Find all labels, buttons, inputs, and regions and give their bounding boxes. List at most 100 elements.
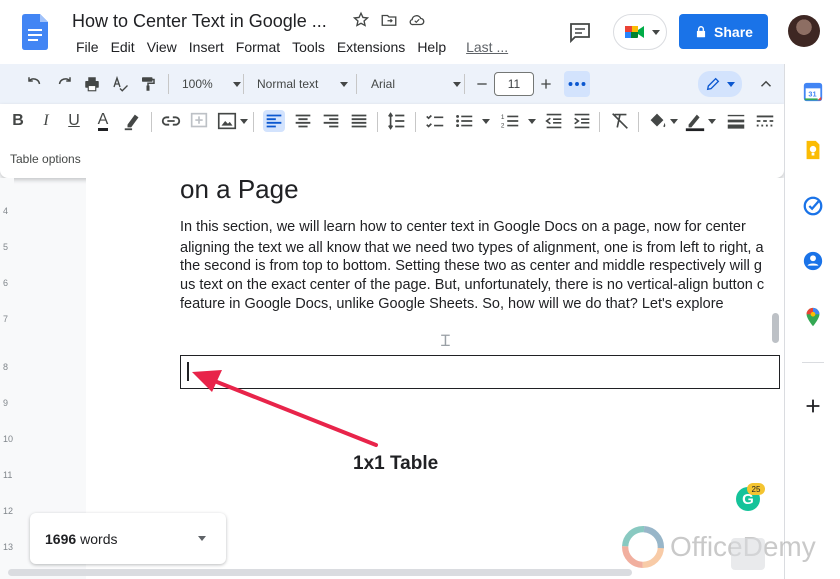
- docs-logo-icon[interactable]: [22, 14, 48, 50]
- ruler-mark: 12: [3, 506, 14, 516]
- meet-button[interactable]: [613, 14, 667, 50]
- paragraph-line[interactable]: feature in Google Docs, unlike Google Sh…: [180, 296, 724, 312]
- keep-notes-icon[interactable]: [802, 139, 824, 161]
- last-edit-link[interactable]: Last ...: [460, 39, 514, 55]
- font-size-input[interactable]: 11: [494, 72, 534, 96]
- highlight-color-icon[interactable]: [122, 110, 144, 132]
- more-tools-button[interactable]: [564, 71, 590, 97]
- menu-help[interactable]: Help: [411, 39, 452, 55]
- increase-indent-icon[interactable]: [571, 110, 593, 132]
- toolbar-divider: [599, 112, 600, 132]
- add-addon-icon[interactable]: [802, 395, 824, 417]
- svg-text:1: 1: [501, 114, 505, 121]
- paragraph-line[interactable]: the second is from top to bottom. Settin…: [180, 258, 762, 274]
- move-to-folder-icon[interactable]: [380, 11, 398, 29]
- decrease-indent-icon[interactable]: [543, 110, 565, 132]
- vertical-ruler: 4 5 6 7 8 9 10 11 12 13: [0, 178, 14, 579]
- word-count-widget[interactable]: 1696 words: [30, 513, 226, 564]
- word-count-caret-icon[interactable]: [198, 536, 206, 541]
- redo-icon[interactable]: [55, 72, 73, 96]
- lock-icon: [696, 25, 706, 37]
- watermark: OfficeDemy: [622, 526, 816, 568]
- menu-insert[interactable]: Insert: [183, 39, 230, 55]
- section-heading[interactable]: on a Page: [180, 174, 299, 205]
- border-width-icon[interactable]: [725, 110, 747, 132]
- tasks-icon[interactable]: [802, 195, 824, 217]
- more-horizontal-icon: [568, 82, 586, 86]
- comment-history-icon[interactable]: [568, 20, 592, 44]
- annotation-label: 1x1 Table: [353, 453, 439, 474]
- align-center-icon[interactable]: [292, 110, 314, 132]
- ruler-mark: 4: [3, 206, 9, 216]
- paragraph-line[interactable]: aligning the text we all know that we ne…: [180, 240, 764, 256]
- ruler-mark: 6: [3, 278, 9, 288]
- border-dash-icon[interactable]: [754, 110, 776, 132]
- font-caret-icon: [453, 81, 462, 87]
- paragraph-style-value: Normal text: [257, 77, 319, 91]
- numbered-caret-icon[interactable]: [528, 119, 536, 124]
- cloud-status-icon[interactable]: [408, 11, 426, 29]
- menu-extensions[interactable]: Extensions: [331, 39, 411, 55]
- officedemy-logo-icon: [622, 526, 664, 568]
- paragraph-line[interactable]: us text on the exact center of the page.…: [180, 277, 764, 293]
- menu-file[interactable]: File: [70, 39, 105, 55]
- menu-view[interactable]: View: [141, 39, 183, 55]
- ruler-mark: 8: [3, 362, 9, 372]
- border-color-icon[interactable]: [684, 110, 706, 132]
- explore-button[interactable]: [731, 538, 765, 570]
- word-count-value: 1696: [45, 530, 77, 547]
- editing-mode-button[interactable]: [698, 71, 742, 97]
- cell-bg-caret-icon[interactable]: [670, 119, 678, 124]
- paragraph-style-select[interactable]: Normal text: [257, 72, 349, 96]
- line-spacing-icon[interactable]: [386, 110, 408, 132]
- horizontal-scroll-thumb[interactable]: [8, 569, 632, 576]
- vertical-scrollbar[interactable]: [768, 178, 784, 579]
- spellcheck-icon[interactable]: [111, 72, 129, 96]
- numbered-list-icon[interactable]: 12: [499, 110, 521, 132]
- bulleted-list-icon[interactable]: [453, 110, 475, 132]
- menu-edit[interactable]: Edit: [105, 39, 141, 55]
- add-comment-icon[interactable]: [188, 110, 210, 132]
- vertical-scroll-thumb[interactable]: [772, 313, 779, 343]
- align-left-icon[interactable]: [263, 110, 285, 132]
- clear-formatting-icon[interactable]: [609, 110, 631, 132]
- border-color-caret-icon[interactable]: [708, 119, 716, 124]
- align-right-icon[interactable]: [320, 110, 342, 132]
- insert-image-icon[interactable]: [216, 110, 238, 132]
- bullet-caret-icon[interactable]: [482, 119, 490, 124]
- underline-icon[interactable]: U: [63, 110, 85, 132]
- paint-format-icon[interactable]: [139, 72, 157, 96]
- justify-icon[interactable]: [348, 110, 370, 132]
- contacts-icon[interactable]: [802, 250, 824, 272]
- text-color-icon[interactable]: A: [92, 110, 114, 132]
- cell-background-color-icon[interactable]: [646, 110, 668, 132]
- calendar-icon[interactable]: 31: [802, 81, 824, 103]
- style-caret-icon: [340, 81, 349, 87]
- user-avatar[interactable]: [788, 15, 820, 47]
- star-icon[interactable]: [352, 11, 370, 29]
- paragraph-line[interactable]: In this section, we will learn how to ce…: [180, 219, 746, 235]
- undo-icon[interactable]: [26, 72, 44, 96]
- zoom-select[interactable]: 100%: [182, 72, 241, 96]
- decrease-font-size-icon[interactable]: [474, 72, 490, 96]
- italic-icon[interactable]: I: [35, 110, 57, 132]
- share-button[interactable]: Share: [679, 14, 768, 49]
- insert-link-icon[interactable]: [160, 110, 182, 132]
- menu-format[interactable]: Format: [230, 39, 286, 55]
- menu-tools[interactable]: Tools: [286, 39, 331, 55]
- zoom-value: 100%: [182, 77, 213, 91]
- insertion-cursor: [187, 362, 189, 381]
- svg-text:2: 2: [501, 122, 505, 129]
- document-title[interactable]: How to Center Text in Google ...: [72, 11, 327, 32]
- table-options-button[interactable]: Table options: [10, 152, 81, 166]
- checklist-icon[interactable]: [424, 110, 446, 132]
- font-select[interactable]: Arial: [371, 72, 462, 96]
- increase-font-size-icon[interactable]: [538, 72, 554, 96]
- word-count-unit: words: [80, 530, 118, 547]
- maps-icon[interactable]: [802, 306, 824, 328]
- collapse-menus-icon[interactable]: [757, 72, 775, 96]
- bold-icon[interactable]: B: [7, 110, 29, 132]
- image-caret-icon[interactable]: [240, 119, 248, 124]
- table-cell[interactable]: [180, 355, 780, 389]
- print-icon[interactable]: [83, 72, 101, 96]
